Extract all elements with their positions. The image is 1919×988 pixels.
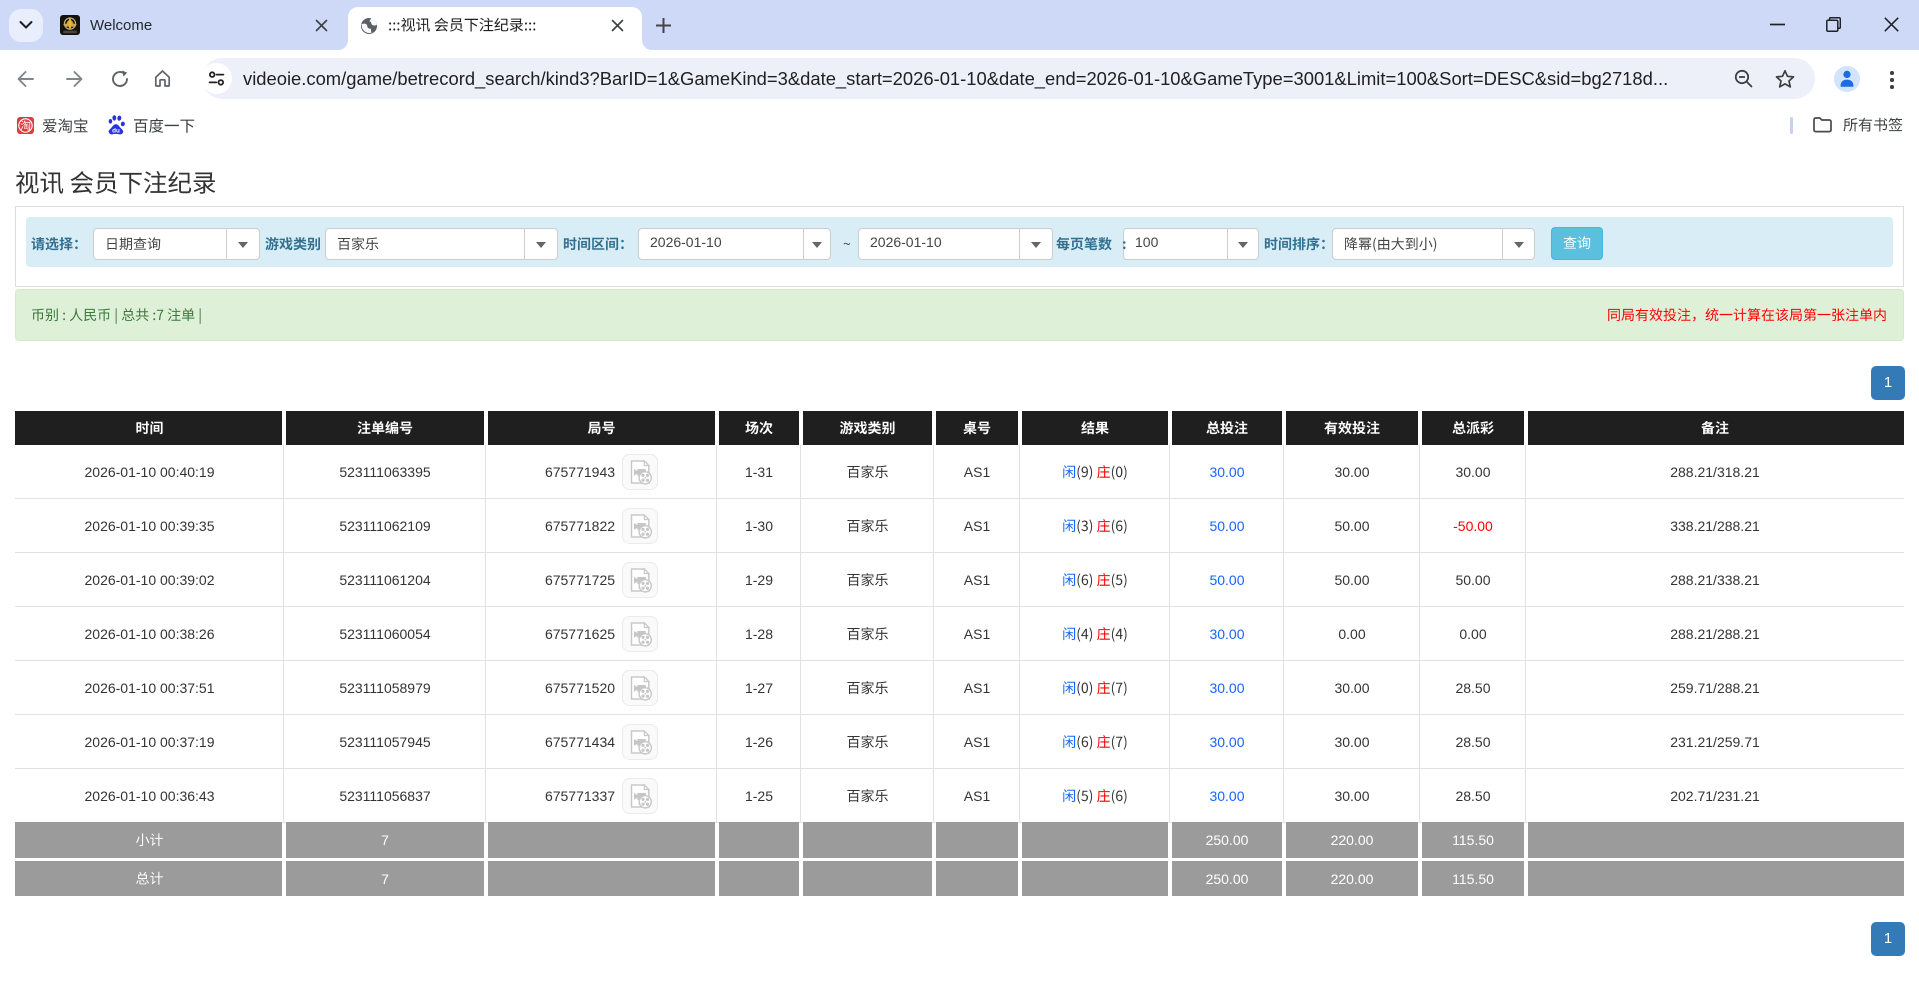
svg-text:du: du bbox=[112, 128, 120, 135]
